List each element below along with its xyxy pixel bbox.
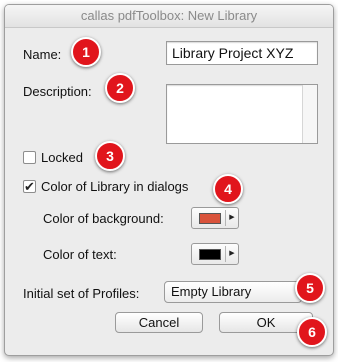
color-in-dialogs-checkbox[interactable]: ✔: [23, 180, 36, 193]
annotation-badge-5: 5: [295, 273, 325, 303]
text-color-well[interactable]: ▶: [191, 243, 239, 265]
cancel-button[interactable]: Cancel: [115, 312, 203, 333]
annotation-badge-2: 2: [105, 73, 135, 103]
profiles-popup[interactable]: Empty Library: [164, 281, 302, 303]
description-field[interactable]: [166, 84, 318, 144]
annotation-badge-6: 6: [297, 317, 327, 347]
disclosure-arrow-icon: ▶: [225, 246, 238, 262]
name-label: Name:: [23, 47, 62, 62]
annotation-badge-4: 4: [213, 174, 243, 204]
description-label: Description:: [23, 84, 92, 99]
bg-color-label: Color of background:: [43, 211, 164, 226]
new-library-dialog: callas pdfToolbox: New Library Name: Lib…: [4, 4, 334, 356]
locked-label: Locked: [41, 150, 83, 165]
bg-color-well[interactable]: ▶: [191, 207, 239, 229]
text-color-label: Color of text:: [43, 247, 117, 262]
description-scrollbar[interactable]: [302, 85, 317, 143]
window-title: callas pdfToolbox: New Library: [5, 5, 333, 28]
annotation-badge-3: 3: [95, 141, 125, 171]
disclosure-arrow-icon: ▶: [225, 210, 238, 226]
name-field[interactable]: Library Project XYZ: [166, 41, 318, 65]
checkmark-icon: ✔: [24, 179, 35, 194]
text-color-swatch: [199, 249, 221, 260]
profiles-label: Initial set of Profiles:: [23, 286, 140, 301]
color-in-dialogs-label: Color of Library in dialogs: [41, 179, 189, 194]
locked-checkbox[interactable]: [23, 151, 36, 164]
bg-color-swatch: [199, 213, 221, 224]
annotation-badge-1: 1: [71, 37, 101, 67]
